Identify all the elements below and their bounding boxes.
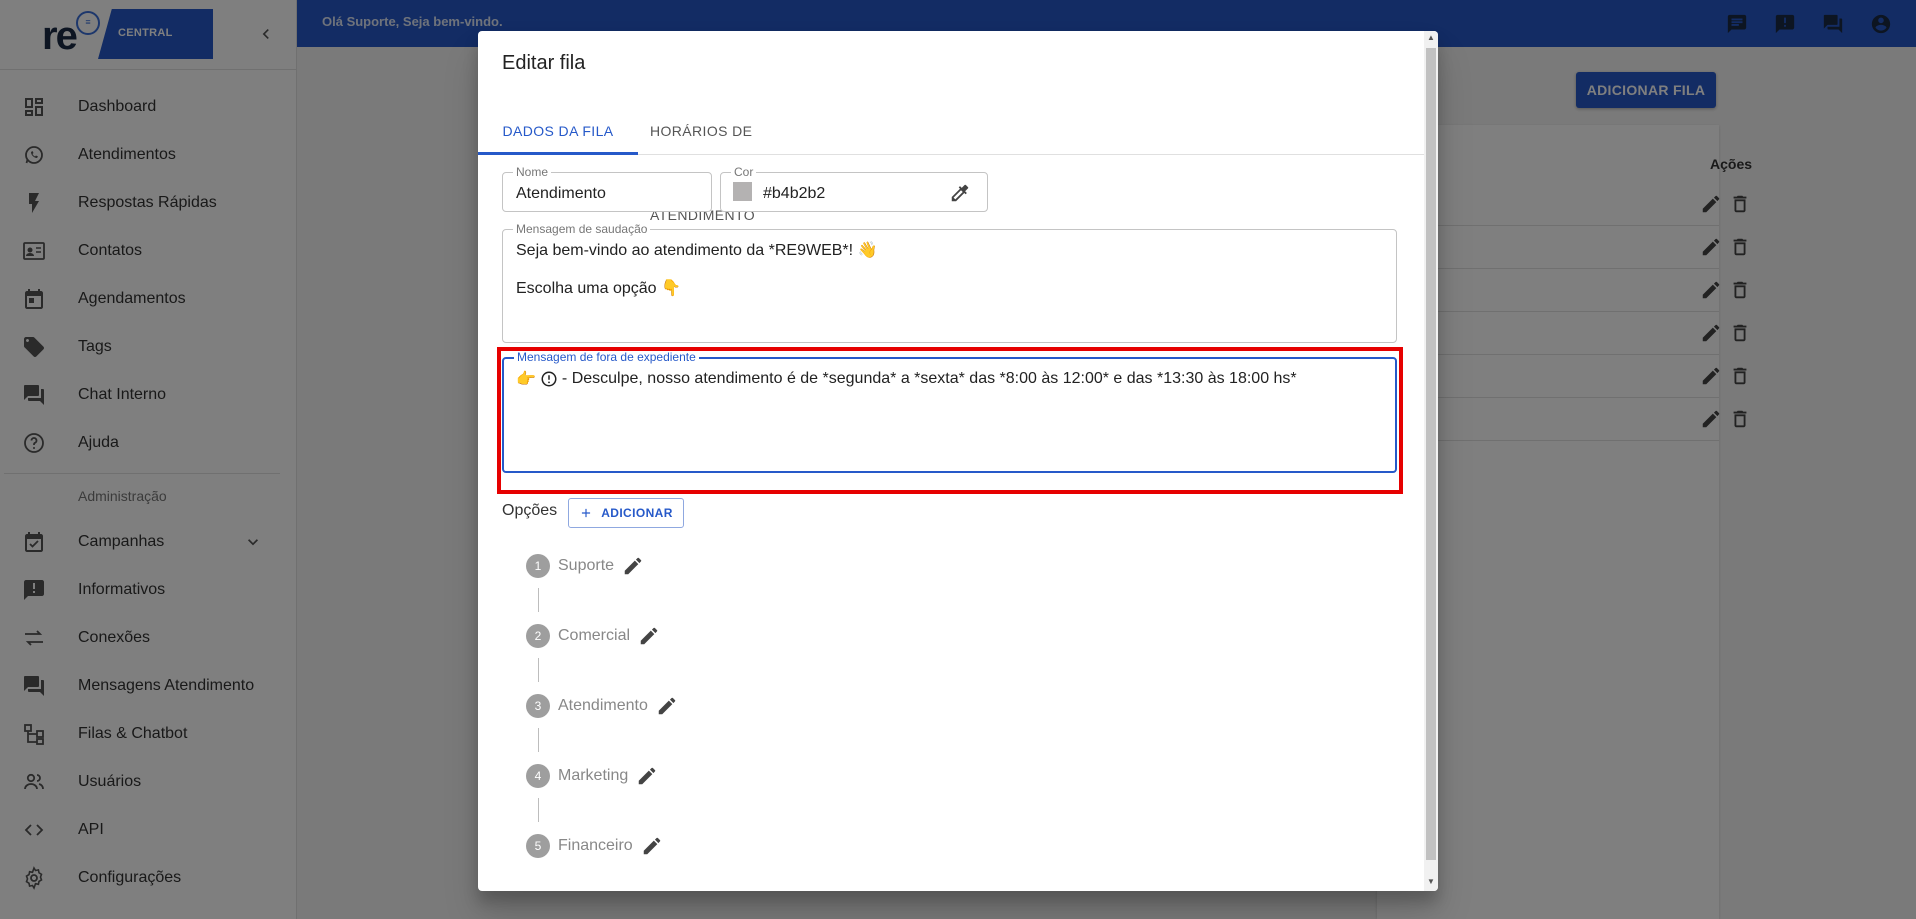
greeting-line-2: Escolha uma opção 👇 (516, 280, 681, 297)
edit-icon[interactable] (622, 555, 644, 577)
option-step-1[interactable]: 1 Suporte (526, 552, 644, 580)
option-step-5[interactable]: 5 Financeiro (526, 832, 663, 860)
step-label: Comercial (558, 627, 631, 644)
out-of-hours-message-field[interactable]: Mensagem de fora de expediente 👉 - Descu… (502, 350, 1397, 473)
greeting-line-1: Seja bem-vindo ao atendimento da *RE9WEB… (516, 242, 878, 259)
step-label: Marketing (558, 767, 629, 784)
pointing-hand-emoji: 👉 (516, 371, 536, 388)
option-step-3[interactable]: 3 Atendimento (526, 692, 678, 720)
plus-icon (582, 508, 591, 518)
edit-icon[interactable] (641, 835, 663, 857)
out-of-hours-text: 👉 - Desculpe, nosso atendimento é de *se… (516, 369, 1297, 389)
scrollbar-thumb[interactable] (1426, 48, 1436, 860)
color-field-label: Cor (731, 165, 757, 179)
color-field-value: #b4b2b2 (763, 185, 826, 202)
scroll-up-arrow-icon[interactable]: ▲ (1426, 33, 1436, 45)
greeting-message-field[interactable]: Mensagem de saudação Seja bem-vindo ao a… (502, 222, 1397, 343)
tab-dados-da-fila[interactable]: DADOS DA FILA (478, 89, 638, 139)
dialog-tabs: DADOS DA FILA HORÁRIOS DE ATENDIMENTO (478, 107, 1424, 223)
step-label: Atendimento (558, 697, 648, 714)
step-number: 2 (526, 624, 550, 648)
step-connector (538, 798, 539, 822)
eyedropper-icon[interactable] (949, 182, 971, 204)
greeting-field-label: Mensagem de saudação (513, 222, 651, 236)
name-field-label: Nome (513, 165, 552, 179)
name-field[interactable]: Nome Atendimento (502, 165, 712, 212)
edit-queue-dialog: Editar fila DADOS DA FILA HORÁRIOS DE AT… (478, 31, 1438, 891)
step-label: Financeiro (558, 837, 633, 854)
add-option-label: ADICIONAR (601, 506, 673, 520)
step-label: Suporte (558, 557, 615, 574)
active-tab-indicator (478, 152, 638, 155)
option-step-2[interactable]: 2 Comercial (526, 622, 660, 650)
color-swatch[interactable] (733, 182, 752, 201)
step-connector (538, 658, 539, 682)
step-connector (538, 728, 539, 752)
exclamation-circle-icon (541, 371, 557, 387)
name-field-value: Atendimento (516, 185, 606, 202)
step-number: 5 (526, 834, 550, 858)
step-number: 3 (526, 694, 550, 718)
out-of-hours-message: - Desculpe, nosso atendimento é de *segu… (561, 370, 1297, 387)
scroll-down-arrow-icon[interactable]: ▼ (1426, 877, 1436, 889)
options-label: Opções (502, 502, 558, 519)
dialog-title: Editar fila (502, 52, 586, 74)
step-number: 4 (526, 764, 550, 788)
option-step-4[interactable]: 4 Marketing (526, 762, 658, 790)
tab-horarios-de-atendimento[interactable]: HORÁRIOS DE ATENDIMENTO (650, 89, 830, 223)
add-option-button[interactable]: ADICIONAR (568, 498, 684, 528)
edit-icon[interactable] (656, 695, 678, 717)
step-number: 1 (526, 554, 550, 578)
edit-icon[interactable] (636, 765, 658, 787)
color-field[interactable]: Cor #b4b2b2 (720, 165, 988, 212)
step-connector (538, 588, 539, 612)
edit-icon[interactable] (638, 625, 660, 647)
out-of-hours-field-label: Mensagem de fora de expediente (514, 350, 699, 364)
dialog-scrollbar[interactable]: ▲ ▼ (1424, 31, 1438, 891)
